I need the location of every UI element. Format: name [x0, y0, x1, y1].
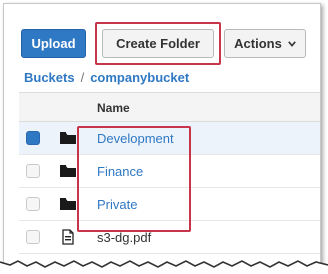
actions-dropdown-button[interactable]: Actions	[224, 29, 306, 58]
table-row[interactable]: Development	[19, 122, 320, 155]
folder-icon	[59, 163, 77, 179]
table-header-row: Name	[19, 92, 320, 122]
table-row[interactable]: s3-dg.pdf	[19, 221, 320, 254]
folder-link-finance[interactable]: Finance	[97, 164, 143, 179]
breadcrumb-bucket-link[interactable]: companybucket	[90, 70, 189, 85]
upload-button-label: Upload	[31, 36, 76, 51]
breadcrumb: Buckets / companybucket	[24, 70, 189, 85]
file-link-s3-dg[interactable]: s3-dg.pdf	[97, 230, 151, 245]
document-icon	[59, 229, 77, 245]
folder-icon	[59, 130, 77, 146]
create-folder-button[interactable]: Create Folder	[102, 29, 214, 58]
row-checkbox[interactable]	[26, 197, 40, 211]
row-checkbox[interactable]	[26, 230, 40, 244]
breadcrumb-buckets-link[interactable]: Buckets	[24, 70, 75, 85]
folder-link-private[interactable]: Private	[97, 197, 137, 212]
row-checkbox[interactable]	[26, 131, 40, 145]
s3-console-panel: Upload Create Folder Actions Buckets / c…	[3, 3, 321, 267]
create-folder-button-label: Create Folder	[116, 36, 200, 51]
row-checkbox[interactable]	[26, 164, 40, 178]
upload-button[interactable]: Upload	[21, 29, 86, 58]
folder-icon	[59, 196, 77, 212]
torn-edge	[0, 260, 328, 274]
table-row[interactable]: Private	[19, 188, 320, 221]
breadcrumb-separator: /	[80, 70, 85, 85]
chevron-down-icon	[288, 39, 296, 49]
folder-link-development[interactable]: Development	[97, 131, 174, 146]
column-header-name[interactable]: Name	[97, 101, 130, 115]
table-row[interactable]: Finance	[19, 155, 320, 188]
actions-button-label: Actions	[234, 36, 282, 51]
